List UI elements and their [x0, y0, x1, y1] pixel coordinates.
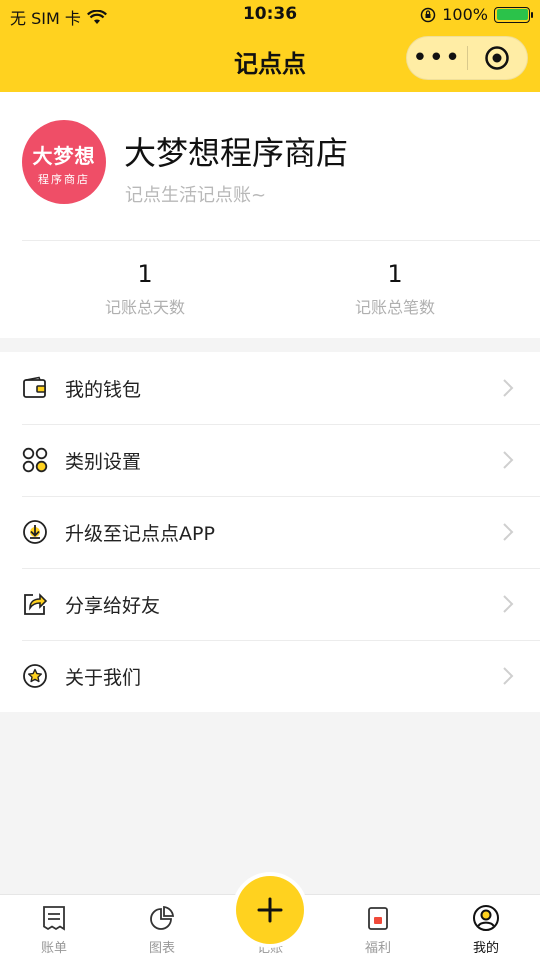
- menu-item-upgrade-app[interactable]: 升级至记点点APP: [0, 496, 540, 568]
- menu-item-about[interactable]: 关于我们: [0, 640, 540, 712]
- menu-label: 关于我们: [65, 666, 142, 689]
- target-icon: [485, 46, 509, 70]
- chevron-right-icon: [503, 595, 514, 613]
- stat-value: 1: [387, 260, 403, 288]
- chart-icon: [150, 906, 174, 930]
- battery-percent: 100%: [442, 5, 488, 24]
- miniapp-capsule: •••: [406, 36, 528, 80]
- avatar-line1: 大梦想: [32, 144, 96, 168]
- avatar-line2: 程序商店: [38, 173, 90, 186]
- settings-menu: 我的钱包 类别设置 升级至记点点APP 分享给好友 关于我们: [0, 352, 540, 712]
- chevron-right-icon: [503, 451, 514, 469]
- tab-label: 账单: [40, 941, 67, 956]
- stat-total-entries: 1 记账总笔数: [260, 260, 530, 318]
- tab-bills[interactable]: 账单: [0, 903, 108, 956]
- battery-icon: [494, 6, 533, 23]
- tab-charts[interactable]: 图表: [108, 903, 216, 956]
- header: 无 SIM 卡 10:36 100% 记点点 •••: [0, 0, 540, 92]
- tab-label: 图表: [148, 941, 175, 956]
- gift-icon: [368, 907, 388, 930]
- menu-label: 类别设置: [65, 450, 142, 473]
- divider: [22, 240, 540, 241]
- share-icon: [22, 591, 48, 617]
- orientation-lock-icon: [421, 7, 436, 22]
- stat-value: 1: [137, 260, 153, 288]
- stat-label: 记账总笔数: [354, 298, 435, 317]
- avatar[interactable]: 大梦想 程序商店: [22, 120, 106, 204]
- star-icon: [22, 663, 48, 689]
- menu-label: 我的钱包: [65, 378, 142, 401]
- chevron-right-icon: [503, 667, 514, 685]
- close-miniapp-button[interactable]: [467, 45, 527, 71]
- profile-subtitle: 记点生活记点账~: [125, 185, 267, 206]
- menu-label: 分享给好友: [65, 594, 161, 617]
- plus-icon: [257, 897, 283, 923]
- add-record-button[interactable]: [236, 876, 304, 944]
- chevron-right-icon: [503, 379, 514, 397]
- wallet-icon: [22, 375, 48, 401]
- tab-label: 我的: [472, 941, 499, 956]
- tab-label: 福利: [364, 941, 391, 956]
- tab-benefits[interactable]: 福利: [324, 903, 432, 956]
- menu-item-share[interactable]: 分享给好友: [0, 568, 540, 640]
- menu-label: 升级至记点点APP: [65, 522, 215, 545]
- menu-item-wallet[interactable]: 我的钱包: [0, 352, 540, 424]
- download-icon: [22, 519, 48, 545]
- stat-label: 记账总天数: [104, 298, 185, 317]
- status-bar: 无 SIM 卡 10:36 100%: [0, 0, 540, 30]
- bill-icon: [43, 906, 65, 931]
- more-button[interactable]: •••: [407, 45, 467, 71]
- tab-mine[interactable]: 我的: [432, 903, 540, 956]
- user-icon: [473, 905, 499, 931]
- chevron-right-icon: [503, 523, 514, 541]
- stat-total-days: 1 记账总天数: [10, 260, 280, 318]
- profile-name: 大梦想程序商店: [124, 134, 349, 172]
- menu-item-categories[interactable]: 类别设置: [0, 424, 540, 496]
- profile-card: 大梦想 程序商店 大梦想程序商店 记点生活记点账~ 1 记账总天数 1 记账总笔…: [0, 92, 540, 338]
- category-icon: [22, 447, 48, 473]
